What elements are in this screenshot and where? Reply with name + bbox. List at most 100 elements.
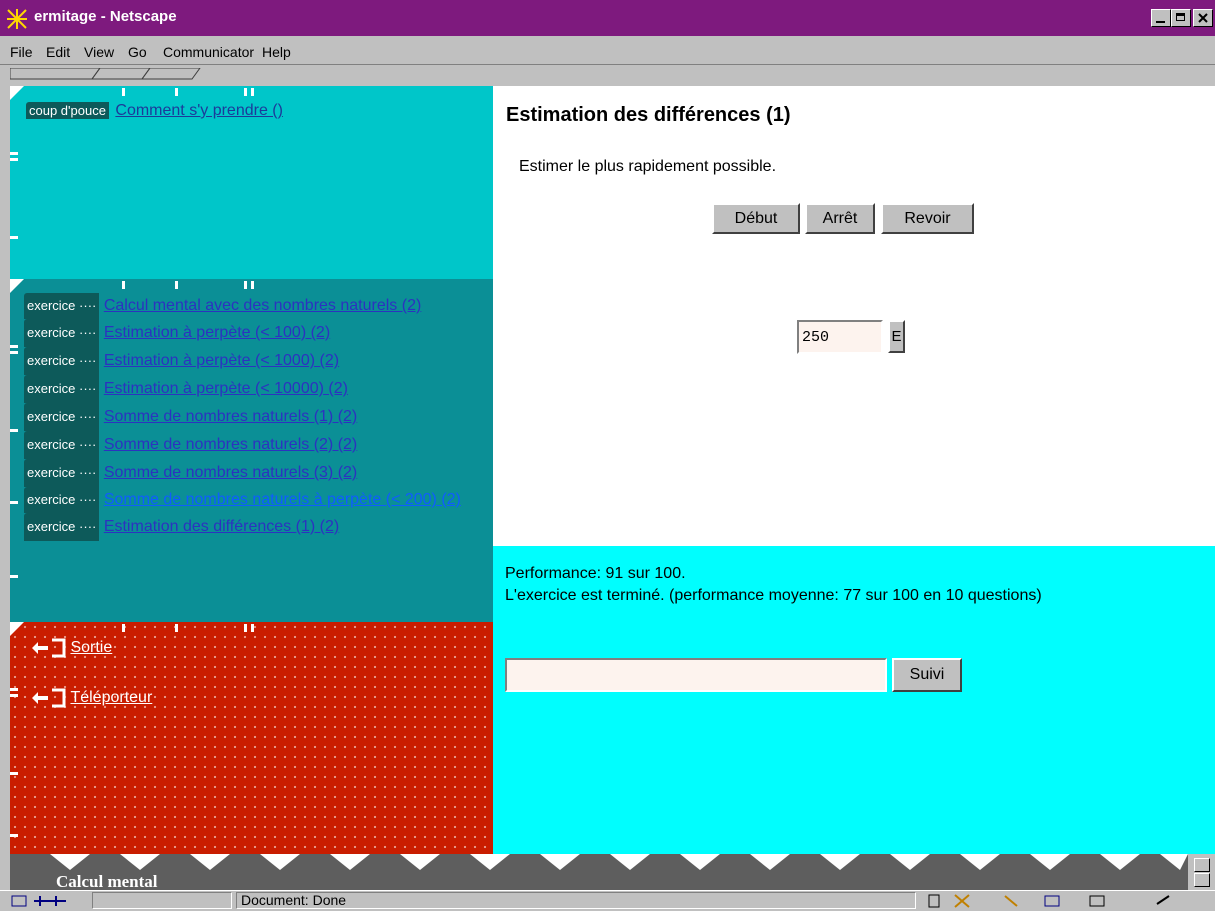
ruler-mark [251, 88, 254, 96]
help-frame: coup d'pouce Comment s'y prendre () [10, 86, 493, 279]
title-bar: ermitage - Netscape [0, 0, 1215, 36]
exercise-item: exercice ···· Calcul mental avec des nom… [24, 293, 474, 319]
exercise-tag: exercice ···· [24, 347, 100, 375]
exercise-link[interactable]: Calcul mental avec des nombres naturels … [104, 297, 421, 314]
status-bar: Document: Done [0, 890, 1215, 911]
exercise-list: exercice ···· Calcul mental avec des nom… [24, 293, 474, 541]
ruler-mark [10, 772, 18, 775]
exercise-item: exercice ···· Somme de nombres naturels … [24, 459, 474, 487]
close-icon [1198, 13, 1208, 23]
exercise-frame: exercice ···· Calcul mental avec des nom… [10, 279, 493, 622]
ruler-mark [251, 624, 254, 632]
exit-door-icon [32, 688, 66, 708]
minimize-button[interactable] [1151, 9, 1171, 27]
ruler-mark [10, 694, 18, 697]
menu-help[interactable]: Help [262, 44, 291, 60]
footer-title: Calcul mental [56, 872, 158, 890]
exercise-tag: exercice ···· [24, 431, 100, 459]
collapsed-toolbar-icon [10, 68, 201, 80]
ruler-mark [122, 281, 125, 289]
review-button[interactable]: Revoir [881, 203, 974, 234]
close-button[interactable] [1193, 9, 1213, 27]
exercise-link[interactable]: Estimation à perpète (< 10000) (2) [104, 380, 348, 397]
menu-edit[interactable]: Edit [46, 44, 70, 60]
ruler-mark [10, 429, 18, 432]
ruler-mark [244, 88, 247, 96]
exit-item: Sortie [30, 638, 112, 658]
exercise-item: exercice ···· Somme de nombres naturels … [24, 487, 474, 513]
ruler-mark [10, 575, 18, 578]
response-input[interactable] [505, 658, 887, 692]
ruler-mark [244, 624, 247, 632]
exercise-item: exercice ···· Estimation à perpète (< 10… [24, 375, 474, 403]
exercise-item: exercice ···· Estimation des différences… [24, 513, 474, 541]
help-row: coup d'pouce Comment s'y prendre () [26, 102, 283, 120]
maximize-button[interactable] [1171, 9, 1191, 27]
stop-button[interactable]: Arrêt [805, 203, 875, 234]
menu-communicator[interactable]: Communicator [163, 44, 254, 60]
exit-door-icon [32, 638, 66, 658]
answer-input[interactable]: 250 [797, 320, 883, 354]
menu-file[interactable]: File [10, 44, 33, 60]
exercise-item: exercice ···· Estimation à perpète (< 10… [24, 347, 474, 375]
exercise-tag: exercice ···· [24, 459, 100, 487]
corner-marker [10, 86, 24, 100]
help-link[interactable]: Comment s'y prendre () [115, 102, 283, 119]
exercise-item: exercice ···· Somme de nombres naturels … [24, 403, 474, 431]
instruction-text: Estimer le plus rapidement possible. [519, 158, 777, 175]
corner-marker [10, 622, 24, 636]
menu-view[interactable]: View [84, 44, 114, 60]
scroll-down-button[interactable] [1194, 873, 1210, 887]
minimize-icon [1156, 21, 1165, 23]
menu-bar: File Edit View Go Communicator Help [0, 36, 1215, 64]
exercise-tag: exercice ···· [24, 319, 100, 347]
corner-marker [10, 279, 24, 293]
exit-frame: Sortie Téléporteur [10, 622, 493, 854]
exercise-link[interactable]: Estimation à perpète (< 100) (2) [104, 324, 330, 341]
exercise-item: exercice ···· Somme de nombres naturels … [24, 431, 474, 459]
coup-de-pouce-tag: coup d'pouce [26, 102, 109, 119]
start-button[interactable]: Début [712, 203, 800, 234]
ruler-mark [10, 351, 18, 354]
exercise-link[interactable]: Somme de nombres naturels (2) (2) [104, 436, 357, 453]
ruler-mark [10, 345, 18, 348]
exit-link[interactable]: Sortie [70, 639, 112, 656]
progress-bar [92, 892, 232, 909]
component-bar [928, 894, 1170, 908]
teleport-item: Téléporteur [30, 688, 152, 708]
main-frame: Estimation des différences (1) Estimer l… [493, 86, 1215, 546]
menu-go[interactable]: Go [128, 44, 147, 60]
footer-band: Calcul mental [10, 854, 1188, 890]
exercise-link[interactable]: Estimation des différences (1) (2) [104, 518, 339, 535]
security-icon [11, 895, 66, 907]
ruler-mark [244, 281, 247, 289]
ruler-mark [122, 88, 125, 96]
teleporter-link[interactable]: Téléporteur [70, 689, 152, 706]
ruler-mark [175, 88, 178, 96]
ruler-mark [10, 688, 18, 691]
exercise-link[interactable]: Estimation à perpète (< 1000) (2) [104, 352, 339, 369]
ruler-mark [10, 834, 18, 837]
exercise-tag: exercice ···· [24, 513, 100, 541]
ruler-mark [10, 158, 18, 161]
ruler-mark [122, 624, 125, 632]
toolbar-tabs[interactable] [0, 64, 1215, 87]
ruler-mark [175, 281, 178, 289]
restore-icon [1176, 13, 1185, 21]
ruler-mark [175, 624, 178, 632]
exercise-link[interactable]: Somme de nombres naturels (1) (2) [104, 408, 357, 425]
decorative-triangles [50, 854, 1188, 870]
performance-score: Performance: 91 sur 100. [505, 565, 686, 582]
exercise-item: exercice ···· Estimation à perpète (< 10… [24, 319, 474, 347]
exercise-link[interactable]: Somme de nombres naturels (3) (2) [104, 464, 357, 481]
next-button[interactable]: Suivi [892, 658, 962, 692]
scroll-up-button[interactable] [1194, 858, 1210, 872]
exercise-tag: exercice ···· [24, 403, 100, 431]
exercise-link-visited[interactable]: Somme de nombres naturels à perpète (< 2… [104, 491, 461, 508]
exercise-tag: exercice ···· [24, 293, 100, 319]
ruler-mark [10, 501, 18, 504]
exercise-tag: exercice ···· [24, 375, 100, 403]
footer-scrollbar[interactable] [1188, 854, 1215, 890]
answer-enter-button[interactable]: E [888, 320, 905, 353]
performance-summary: L'exercice est terminé. (performance moy… [505, 587, 1042, 604]
